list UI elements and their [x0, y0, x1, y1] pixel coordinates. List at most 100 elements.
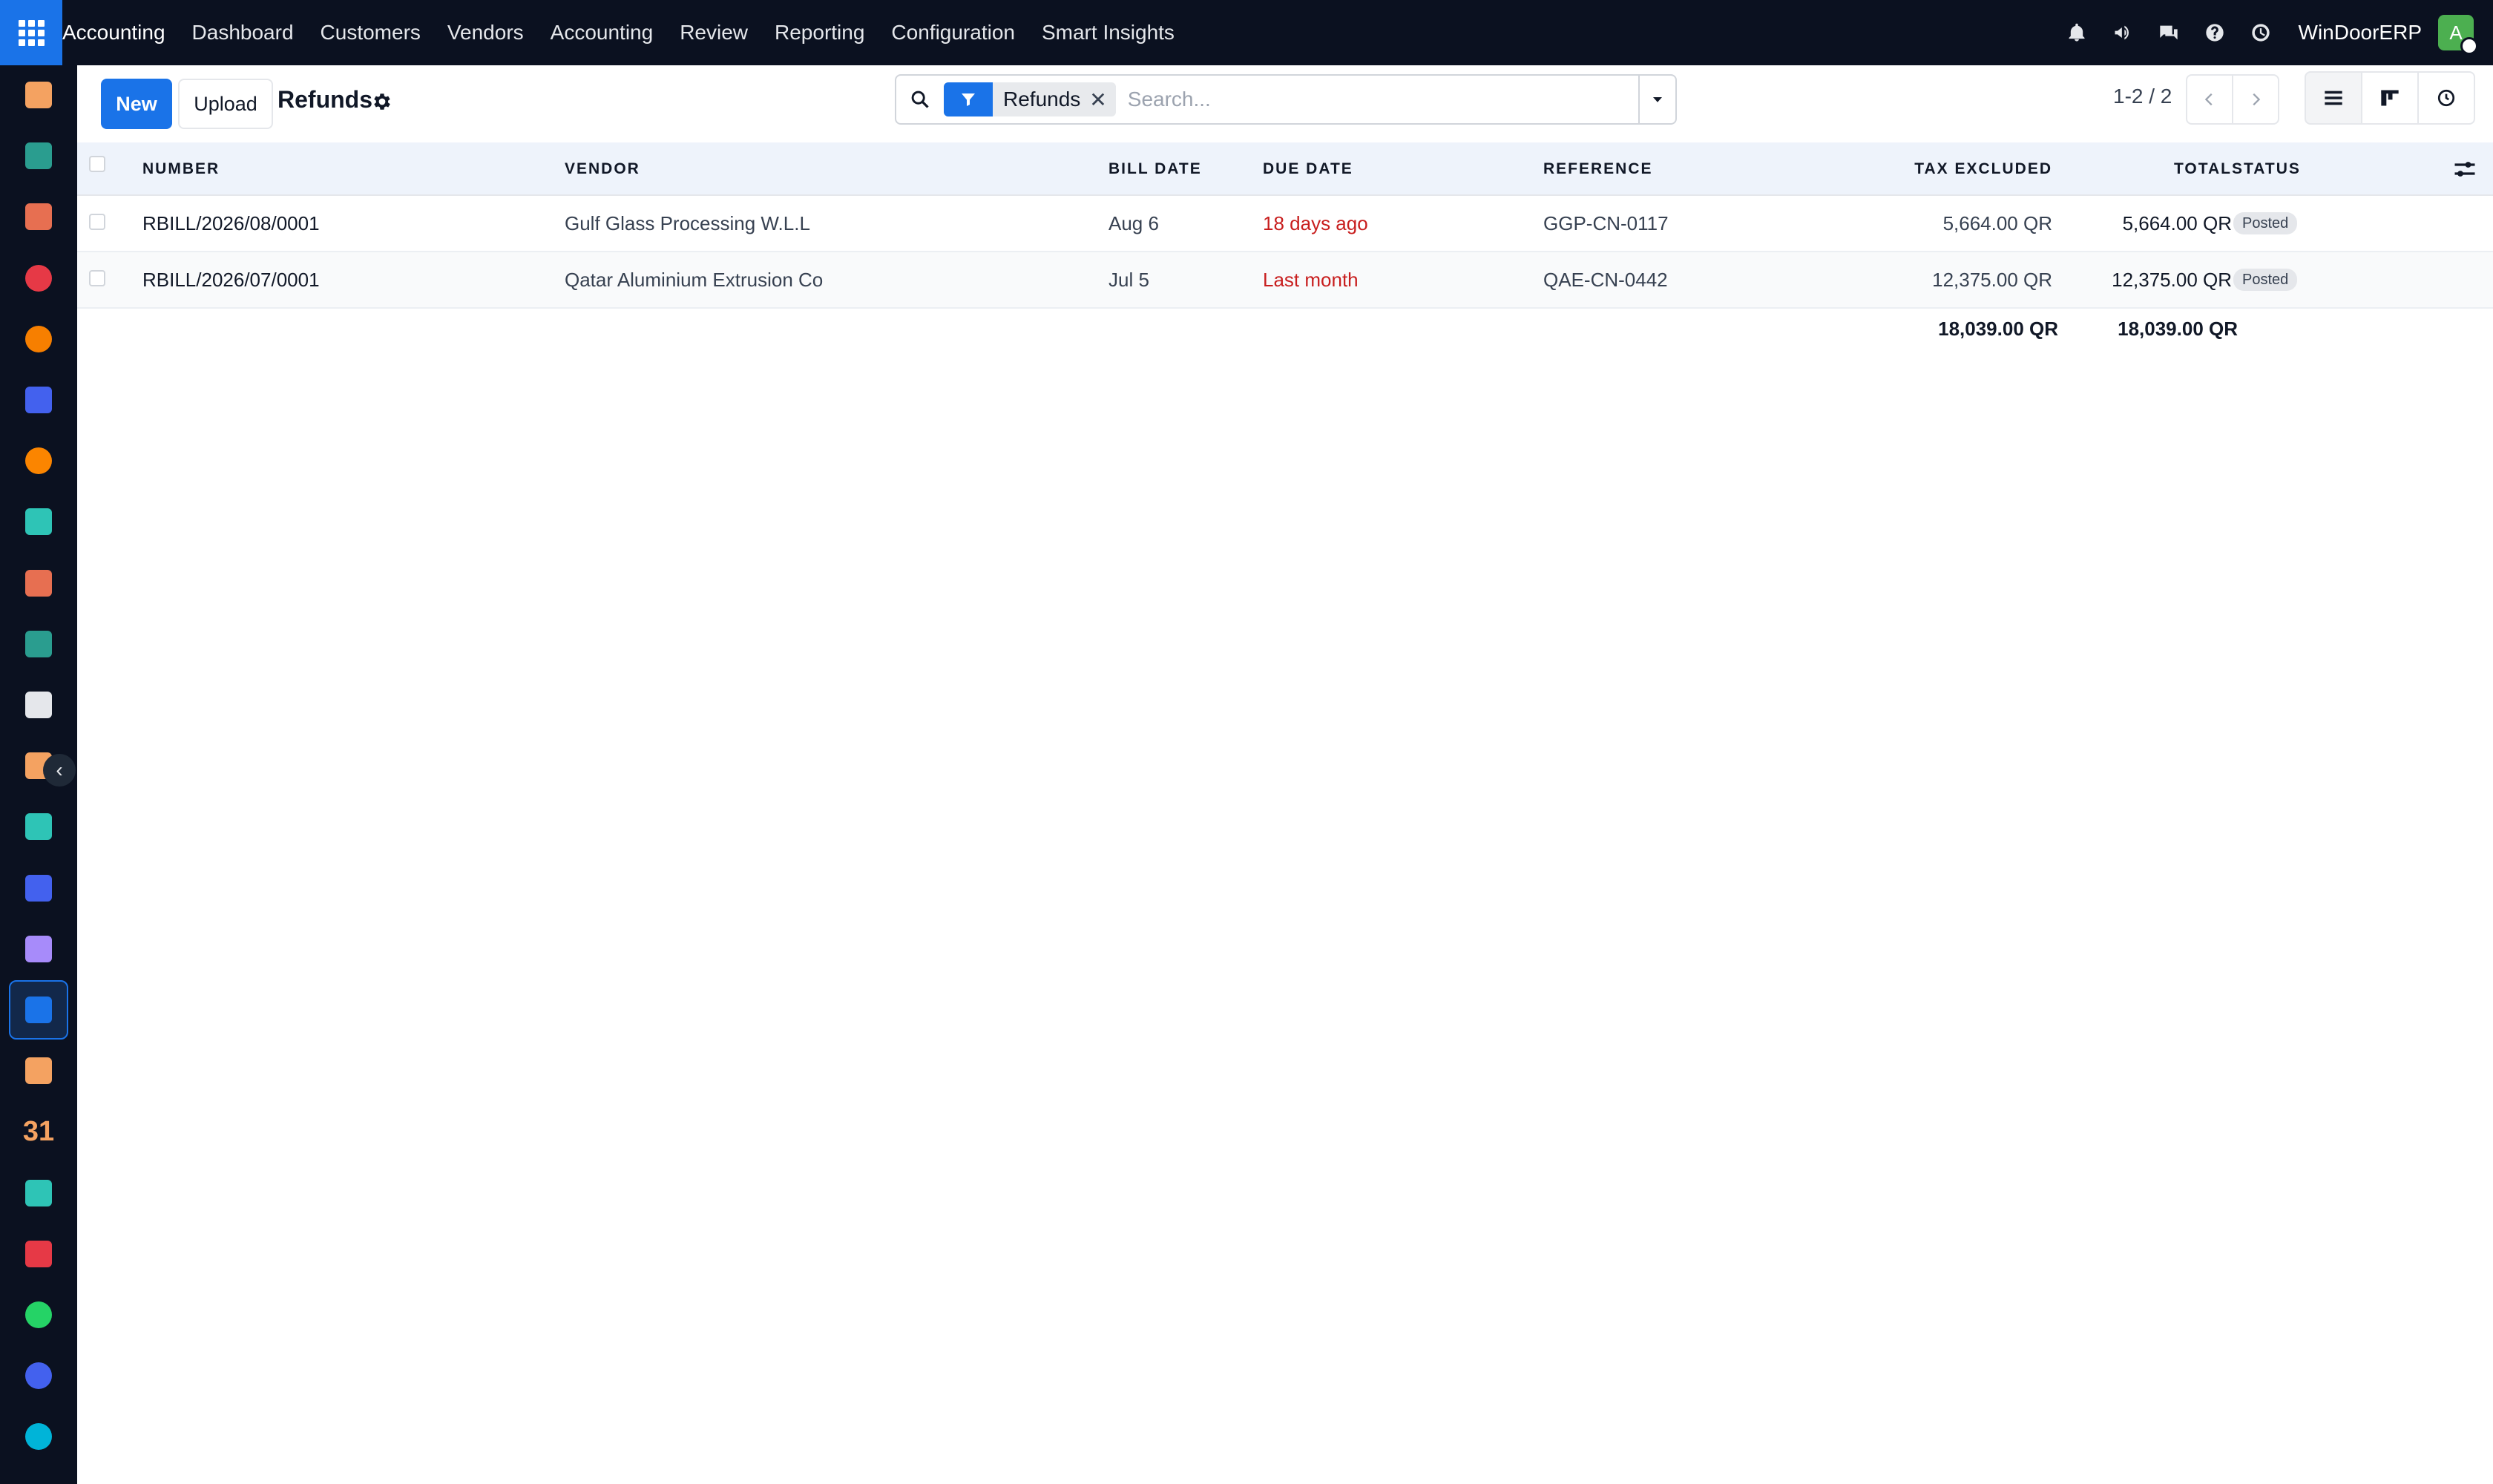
sidebar-item-chart-app[interactable]	[9, 554, 68, 613]
filter-icon	[944, 82, 993, 116]
menu-item-dashboard[interactable]: Dashboard	[192, 21, 294, 45]
select-all-checkbox[interactable]	[89, 156, 105, 172]
table-row[interactable]: RBILL/2026/08/0001 Gulf Glass Processing…	[77, 196, 2493, 252]
check-app-icon	[25, 813, 52, 841]
kanban-view-button[interactable]	[2361, 71, 2419, 125]
company-name[interactable]: WinDoorERP	[2299, 21, 2422, 45]
list-view-button[interactable]	[2305, 71, 2362, 125]
app-brand[interactable]: Accounting	[62, 21, 165, 45]
avatar-initial: A	[2449, 21, 2463, 44]
menu-item-customers[interactable]: Customers	[321, 21, 421, 45]
table-row[interactable]: RBILL/2026/07/0001 Qatar Aluminium Extru…	[77, 252, 2493, 309]
help-icon[interactable]	[2202, 20, 2227, 45]
cell-vendor: Gulf Glass Processing W.L.L	[565, 212, 810, 234]
search-icon[interactable]	[896, 76, 944, 123]
collapse-sidebar-button[interactable]: ‹	[43, 754, 76, 787]
sidebar-item-contacts-app[interactable]	[9, 126, 68, 186]
sidebar-item-discuss-app[interactable]	[9, 431, 68, 490]
kanban-icon	[2381, 90, 2399, 106]
sidebar-item-accounting-app[interactable]	[9, 980, 68, 1040]
sidebar-item-sparkle-app[interactable]	[9, 65, 68, 125]
status-badge: Posted	[2233, 269, 2298, 291]
inventory-app-icon	[25, 692, 52, 718]
upload-button[interactable]: Upload	[178, 79, 273, 129]
column-header-tax-excluded[interactable]: TAX EXCLUDED	[1914, 160, 2052, 178]
control-panel: New Upload Refunds Refunds ✕ 1-2 / 2	[77, 65, 2493, 142]
column-header-bill-date[interactable]: BILL DATE	[1108, 160, 1202, 178]
sidebar-item-dashboard-app[interactable]	[9, 1224, 68, 1284]
sidebar-item-box-app[interactable]	[9, 919, 68, 979]
main-menu: Accounting Dashboard Customers Vendors A…	[62, 0, 1201, 65]
new-button[interactable]: New	[101, 79, 172, 129]
chevron-right-icon	[2253, 93, 2261, 106]
chat-icon[interactable]	[2156, 20, 2181, 45]
sidebar-item-reporting-app[interactable]	[9, 187, 68, 246]
menu-item-vendors[interactable]: Vendors	[447, 21, 524, 45]
total-amount: 18,039.00 QR	[2118, 318, 2238, 340]
sidebar-item-knowledge-app[interactable]	[9, 858, 68, 918]
pager-value[interactable]: 1-2 / 2	[2113, 85, 2172, 108]
sidebar-item-tick-app[interactable]	[9, 492, 68, 551]
search-options-toggle[interactable]	[1638, 76, 1675, 123]
cell-total: 5,664.00 QR	[2122, 212, 2232, 234]
pager-next-button[interactable]	[2232, 74, 2279, 125]
sidebar-item-sign-app[interactable]	[9, 1163, 68, 1223]
calendar-app-icon: 31	[22, 1115, 55, 1147]
tick-app-icon	[25, 508, 52, 536]
row-checkbox[interactable]	[89, 214, 105, 230]
search-input[interactable]	[1127, 77, 1638, 122]
presence-dot	[2460, 37, 2478, 55]
cell-number: RBILL/2026/08/0001	[142, 212, 320, 234]
gear-icon[interactable]	[371, 91, 393, 113]
total-tax-excluded: 18,039.00 QR	[1938, 318, 2058, 340]
clock-icon	[2437, 89, 2455, 107]
menu-item-smart-insights[interactable]: Smart Insights	[1042, 21, 1175, 45]
timer-app-icon	[25, 1362, 52, 1390]
accounting-app-icon	[25, 997, 52, 1023]
bell-icon[interactable]	[2064, 20, 2089, 45]
sidebar-item-wave-app[interactable]	[9, 1407, 68, 1466]
column-header-total[interactable]: TOTAL	[2174, 160, 2232, 178]
menu-item-reporting[interactable]: Reporting	[775, 21, 864, 45]
sidebar-item-timer-app[interactable]	[9, 1346, 68, 1405]
column-header-reference[interactable]: REFERENCE	[1543, 160, 1653, 178]
caret-down-icon	[1653, 97, 1662, 102]
systray: WinDoorERP A	[2043, 0, 2493, 65]
activity-view-button[interactable]	[2417, 71, 2475, 125]
sidebar-item-inventory-app[interactable]	[9, 675, 68, 735]
sidebar-item-check-app[interactable]	[9, 797, 68, 856]
sidebar-item-pie-app[interactable]	[9, 249, 68, 308]
chevron-left-icon	[2204, 93, 2213, 106]
megaphone-icon[interactable]	[2110, 20, 2135, 45]
column-header-vendor[interactable]: VENDOR	[565, 160, 640, 178]
status-badge: Posted	[2233, 212, 2298, 234]
sidebar-item-team-app[interactable]	[9, 1041, 68, 1100]
avatar[interactable]: A	[2438, 15, 2478, 55]
sidebar-item-chat-app[interactable]	[9, 309, 68, 369]
menu-item-accounting[interactable]: Accounting	[551, 21, 654, 45]
sidebar-item-mail-app[interactable]	[9, 370, 68, 430]
cell-vendor: Qatar Aluminium Extrusion Co	[565, 269, 824, 291]
app-menu-button[interactable]	[0, 0, 62, 65]
clock-icon[interactable]	[2248, 20, 2273, 45]
sidebar-item-whatsapp-app[interactable]	[9, 1285, 68, 1345]
row-checkbox[interactable]	[89, 270, 105, 286]
mail-app-icon	[25, 387, 52, 413]
cell-total: 12,375.00 QR	[2112, 269, 2232, 291]
column-header-status[interactable]: STATUS	[2232, 160, 2301, 178]
sidebar-item-calendar-app[interactable]: 31	[9, 1102, 68, 1161]
sidebar-item-employees-app[interactable]	[9, 614, 68, 674]
menu-item-review[interactable]: Review	[680, 21, 748, 45]
cell-tax-excluded: 5,664.00 QR	[1942, 212, 2052, 234]
column-settings-icon[interactable]	[2451, 156, 2478, 183]
column-header-due-date[interactable]: DUE DATE	[1263, 160, 1353, 178]
filter-facet-label: Refunds	[1003, 88, 1081, 111]
cell-tax-excluded: 12,375.00 QR	[1932, 269, 2052, 291]
column-header-number[interactable]: NUMBER	[142, 160, 220, 178]
close-icon[interactable]: ✕	[1089, 88, 1115, 112]
menu-item-configuration[interactable]: Configuration	[891, 21, 1015, 45]
wave-app-icon	[25, 1423, 52, 1451]
pager-previous-button[interactable]	[2186, 74, 2233, 125]
cell-reference: GGP-CN-0117	[1543, 212, 1669, 234]
cell-due-date: 18 days ago	[1263, 212, 1368, 234]
